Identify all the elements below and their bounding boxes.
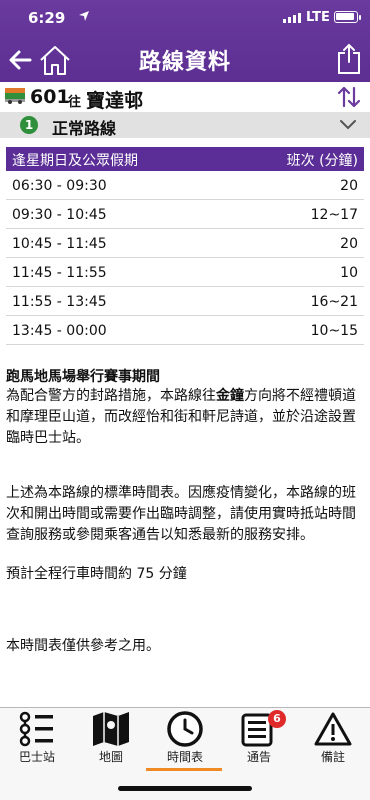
timetable-period: 06:30 - 09:30: [12, 178, 107, 194]
chevron-down-icon[interactable]: [339, 119, 357, 130]
timetable-frequency-header: 班次 (分鐘): [286, 153, 358, 169]
battery-tip: [359, 15, 361, 20]
tab-notices[interactable]: 6 通告: [222, 708, 296, 778]
timetable-period: 10:45 - 11:45: [12, 236, 107, 252]
notice-count-badge: 6: [268, 710, 286, 728]
timetable-row: 13:45 - 00:00 10~15: [6, 316, 364, 345]
timetable-frequency: 10~15: [310, 323, 358, 339]
route-destination: 寶達邨: [86, 90, 144, 112]
timetable-row: 10:45 - 11:45 20: [6, 229, 364, 258]
tab-label: 巴士站: [18, 750, 55, 764]
timetable-frequency: 20: [340, 178, 358, 194]
timetable-frequency: 16~21: [310, 294, 358, 310]
tab-label: 時間表: [166, 750, 203, 764]
tab-label: 通告: [246, 750, 271, 764]
variant-number-badge: 1: [20, 116, 38, 134]
network-label: LTE: [306, 10, 330, 25]
bus-icon: [5, 88, 25, 104]
status-bar: 6:29 LTE: [0, 0, 370, 36]
timetable-frequency: 20: [340, 236, 358, 252]
notice-highlight: 金鐘: [216, 388, 244, 404]
route-variant-selector[interactable]: 1 正常路線: [0, 112, 370, 138]
timetable-period: 11:55 - 13:45: [12, 294, 107, 310]
route-direction-word: 往: [68, 95, 82, 110]
active-tab-indicator: [146, 768, 222, 771]
route-number: 601: [30, 86, 70, 108]
variant-label: 正常路線: [52, 119, 117, 138]
map-icon: [93, 712, 129, 746]
tab-label: 備註: [320, 750, 345, 764]
signal-icon: [283, 13, 301, 23]
timetable-header: 逢星期日及公眾假期 班次 (分鐘): [6, 147, 364, 171]
route-row: 601 往 寶達邨: [0, 82, 370, 112]
timetable-period: 13:45 - 00:00: [12, 323, 107, 339]
journey-time: 預計全程行車時間約 75 分鐘: [6, 566, 187, 582]
timetable-period-header: 逢星期日及公眾假期: [12, 153, 138, 169]
home-indicator: [118, 786, 252, 791]
notice-paragraph: 為配合警方的封路措施，本路線往金鐘方向將不經禮頓道和摩理臣山道，而改經怡和街和軒…: [6, 386, 364, 449]
notice-title: 跑馬地馬場舉行賽事期間: [6, 369, 160, 385]
timetable-period: 09:30 - 10:45: [12, 207, 107, 223]
tab-map[interactable]: 地圖: [74, 708, 148, 778]
timetable-frequency: 10: [340, 265, 358, 281]
status-time: 6:29: [28, 9, 66, 27]
app-header: 6:29 LTE 路線資料: [0, 0, 370, 82]
clock-icon: [167, 711, 203, 747]
tab-bus-stops[interactable]: 巴士站: [0, 708, 74, 778]
timetable-period: 11:45 - 11:55: [12, 265, 107, 281]
page-title: 路線資料: [138, 50, 231, 75]
notice-text: 為配合警方的封路措施，本路線往: [6, 388, 216, 404]
timetable-row: 06:30 - 09:30 20: [6, 171, 364, 200]
bus-stops-icon: [19, 711, 53, 747]
battery-icon: [334, 11, 358, 23]
tab-label: 地圖: [98, 750, 123, 764]
timetable-frequency: 12~17: [310, 207, 358, 223]
disclaimer: 本時間表僅供參考之用。: [6, 638, 160, 654]
swap-direction-icon[interactable]: [336, 85, 362, 109]
share-icon[interactable]: [337, 43, 361, 75]
timetable-row: 11:55 - 13:45 16~21: [6, 287, 364, 316]
timetable-row: 09:30 - 10:45 12~17: [6, 200, 364, 229]
timetable-row: 11:45 - 11:55 10: [6, 258, 364, 287]
warning-icon: [314, 712, 352, 746]
tab-remarks[interactable]: 備註: [296, 708, 370, 778]
location-arrow-icon: [79, 11, 89, 21]
info-paragraph: 上述為本路線的標準時間表。因應疫情變化，本路線的班次和開出時間或需要作出臨時調整…: [6, 485, 356, 543]
